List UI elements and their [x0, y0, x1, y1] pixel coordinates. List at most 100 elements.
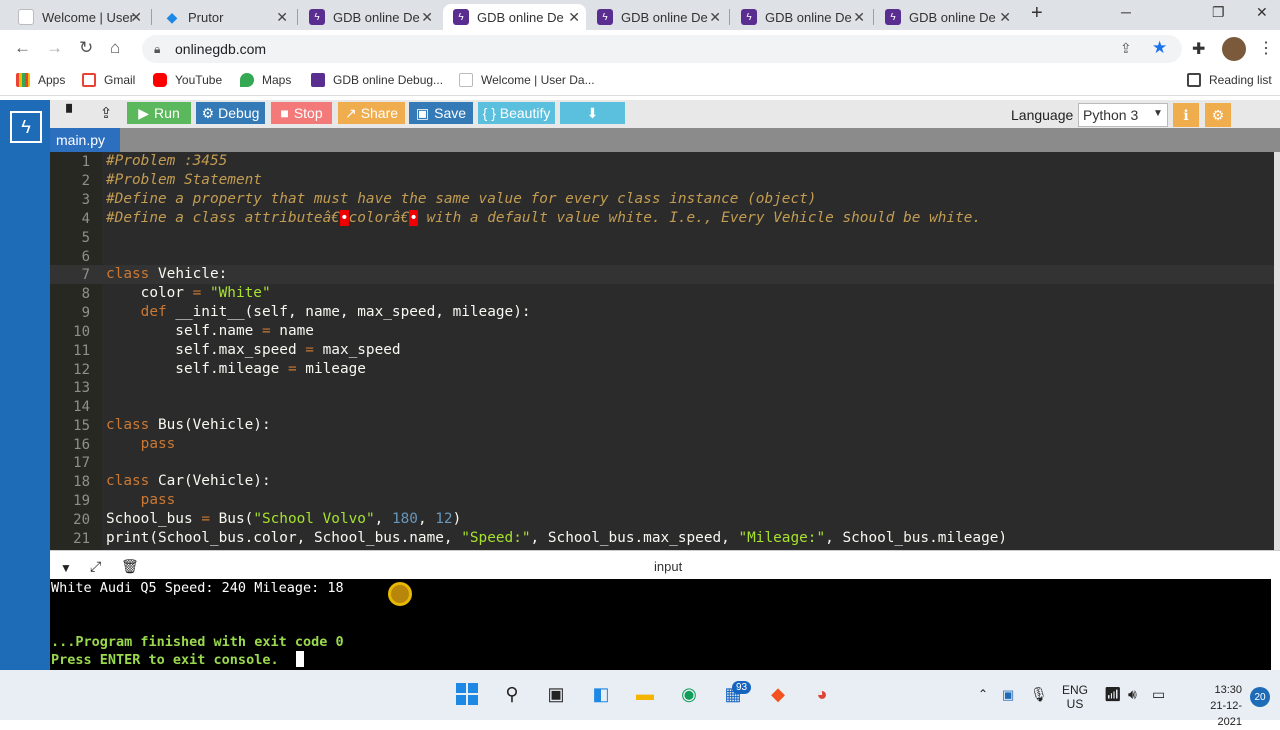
editor-scrollbar[interactable]: [1274, 152, 1280, 550]
back-icon[interactable]: ←: [14, 38, 31, 58]
file-explorer-icon[interactable]: ▬: [632, 681, 658, 707]
chrome-icon[interactable]: ◕: [809, 681, 835, 707]
code-line[interactable]: self.mileage = mileage: [106, 361, 366, 377]
forward-icon[interactable]: →: [46, 38, 63, 58]
close-icon[interactable]: ✕: [999, 9, 1011, 26]
url-text[interactable]: onlinegdb.com: [175, 41, 266, 57]
close-icon[interactable]: ✕: [130, 9, 142, 26]
volume-icon[interactable]: 🔊︎: [1128, 686, 1137, 703]
tab-welcome[interactable]: Welcome | User ✕: [8, 4, 148, 30]
line-number: 16: [73, 437, 90, 453]
tab-gdb-4[interactable]: ϟ GDB online De ✕: [731, 4, 871, 30]
side-nav: [0, 100, 50, 670]
expand-icon[interactable]: ⤢: [90, 558, 101, 575]
download-button[interactable]: ⬇: [560, 102, 625, 124]
brave-icon[interactable]: ◆: [765, 681, 791, 707]
file-tab-main[interactable]: main.py: [50, 128, 120, 152]
bookmark-star-icon[interactable]: ★: [1152, 38, 1167, 58]
bookmark-maps[interactable]: Maps: [240, 73, 291, 87]
collapse-chevron-icon[interactable]: ▼: [60, 561, 72, 575]
line-number: 19: [73, 493, 90, 509]
chevron-up-icon[interactable]: ⌃: [978, 687, 988, 701]
floppy-icon: ▣: [415, 104, 430, 121]
home-icon[interactable]: ⌂: [110, 38, 120, 58]
maximize-icon[interactable]: ❐: [1212, 4, 1225, 21]
close-icon[interactable]: ✕: [276, 9, 288, 26]
line-number: 18: [73, 474, 90, 490]
run-button[interactable]: ▶ Run: [127, 102, 191, 124]
debug-button[interactable]: ⚙ Debug: [196, 102, 265, 124]
code-line[interactable]: class Vehicle:: [106, 266, 227, 282]
code-line[interactable]: color = "White": [106, 285, 271, 301]
bookmark-apps[interactable]: Apps: [16, 73, 65, 87]
gdb-icon: ϟ: [885, 9, 901, 25]
close-window-icon[interactable]: ✕: [1256, 4, 1268, 21]
bookmark-welcome[interactable]: Welcome | User Da...: [459, 73, 595, 87]
clock[interactable]: 13:30 21-12-2021: [1190, 682, 1242, 730]
close-icon[interactable]: ✕: [709, 9, 721, 26]
search-icon[interactable]: ⚲: [499, 681, 525, 707]
gdb-logo-icon[interactable]: ϟ: [10, 111, 42, 143]
address-bar[interactable]: [142, 35, 1182, 63]
close-icon[interactable]: ✕: [853, 9, 865, 26]
prutor-icon: ◆: [166, 8, 178, 25]
minimize-icon[interactable]: ─: [1121, 4, 1131, 20]
doc-icon: [459, 73, 473, 87]
beautify-button[interactable]: { } Beautify: [478, 102, 555, 124]
battery-icon[interactable]: ▭: [1152, 686, 1165, 703]
task-view-icon[interactable]: ▣: [543, 681, 569, 707]
save-button[interactable]: ▣ Save: [409, 102, 473, 124]
code-line[interactable]: print(School_bus.color, School_bus.name,…: [106, 530, 1007, 546]
wifi-icon[interactable]: 📶︎: [1104, 686, 1122, 703]
share-page-icon[interactable]: ⇪: [1120, 40, 1132, 57]
microphone-icon[interactable]: 🎙︎: [1030, 686, 1048, 703]
code-line[interactable]: self.name = name: [106, 323, 314, 339]
bookmark-gmail[interactable]: Gmail: [82, 73, 135, 87]
code-line[interactable]: class Car(Vehicle):: [106, 473, 271, 489]
bookmark-gdb[interactable]: GDB online Debug...: [311, 73, 443, 87]
download-icon: ⬇: [586, 104, 599, 121]
tab-gdb-active[interactable]: ϟ GDB online De ✕: [443, 4, 586, 30]
stop-button[interactable]: ■ Stop: [271, 102, 332, 124]
avatar[interactable]: [1222, 37, 1246, 61]
notification-badge[interactable]: 20: [1250, 687, 1270, 707]
line-number: 3: [81, 192, 90, 208]
tab-gdb-3[interactable]: ϟ GDB online De ✕: [587, 4, 727, 30]
settings-gear-icon[interactable]: ⚙: [1205, 103, 1231, 127]
tab-gdb-5[interactable]: ϟ GDB online De ✕: [875, 4, 1017, 30]
menu-icon[interactable]: ⋮: [1258, 38, 1274, 58]
reload-icon[interactable]: ↻: [79, 38, 93, 58]
extensions-icon[interactable]: ✚: [1192, 39, 1205, 59]
code-line[interactable]: School_bus = Bus("School Volvo", 180, 12…: [106, 511, 461, 527]
code-line[interactable]: pass: [106, 492, 176, 508]
lock-icon[interactable]: 🔒︎: [154, 42, 160, 57]
tab-prutor[interactable]: ◆ Prutor ✕: [154, 4, 294, 30]
language-indicator[interactable]: ENG US: [1062, 683, 1088, 711]
code-line[interactable]: #Problem :3455: [106, 153, 227, 169]
new-tab-button[interactable]: +: [1031, 2, 1043, 25]
bookmark-youtube[interactable]: YouTube: [153, 73, 222, 87]
code-line[interactable]: class Bus(Vehicle):: [106, 417, 271, 433]
tray-app-icon[interactable]: ▣: [1002, 687, 1014, 703]
code-line[interactable]: #Define a class attributeâ€•colorâ€• wit…: [106, 210, 981, 226]
divider: [50, 550, 1280, 551]
line-number: 8: [81, 286, 90, 302]
share-button[interactable]: ↗ Share: [338, 102, 405, 124]
upload-icon[interactable]: ⇪: [92, 102, 120, 124]
widgets-icon[interactable]: ◧: [588, 681, 614, 707]
new-file-icon[interactable]: ▘: [60, 102, 84, 124]
windows-start-icon[interactable]: [454, 681, 480, 707]
reading-list[interactable]: Reading list: [1187, 73, 1272, 87]
info-icon[interactable]: ℹ: [1173, 103, 1199, 127]
code-line[interactable]: #Problem Statement: [106, 172, 262, 188]
code-line[interactable]: self.max_speed = max_speed: [106, 342, 400, 358]
edge-icon[interactable]: ◉: [676, 681, 702, 707]
clear-console-icon[interactable]: 🗑︎: [121, 558, 139, 575]
tab-gdb-1[interactable]: ϟ GDB online De ✕: [299, 4, 439, 30]
coin-icon: [388, 582, 412, 606]
code-line[interactable]: pass: [106, 436, 176, 452]
close-icon[interactable]: ✕: [421, 9, 433, 26]
code-line[interactable]: def __init__(self, name, max_speed, mile…: [106, 304, 531, 320]
close-icon[interactable]: ✕: [568, 9, 580, 26]
code-line[interactable]: #Define a property that must have the sa…: [106, 191, 816, 207]
